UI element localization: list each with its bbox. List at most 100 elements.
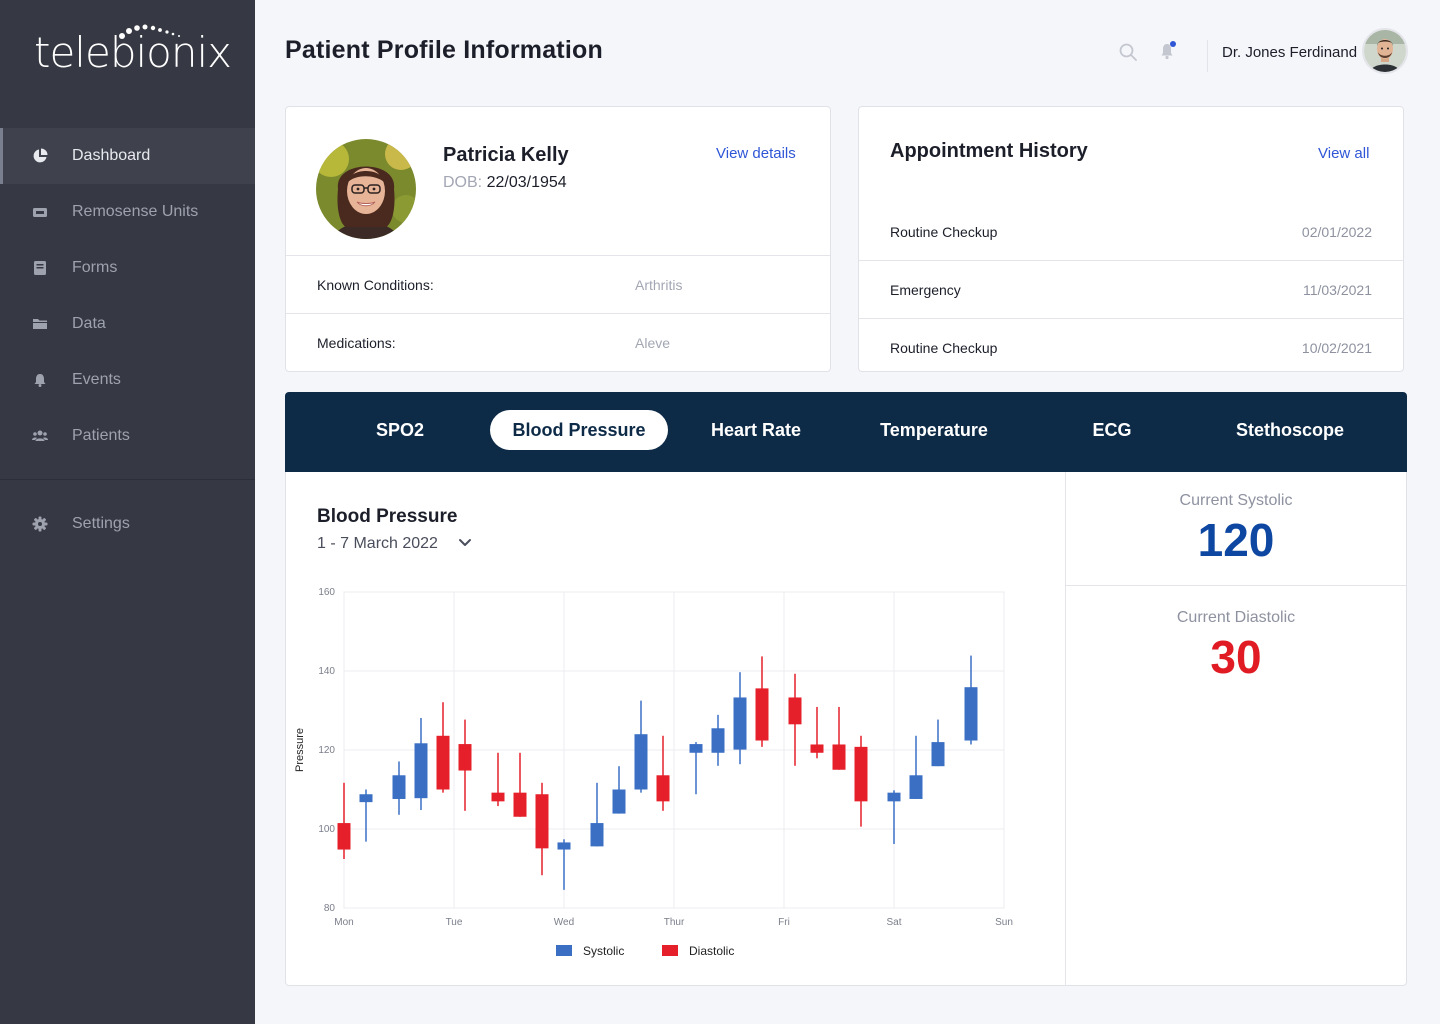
candle-body-diastolic	[513, 792, 527, 817]
legend-label-systolic: Systolic	[583, 944, 624, 958]
date-range-dropdown[interactable]: 1 - 7 March 2022	[317, 535, 472, 553]
known-conditions-value: Arthritis	[635, 276, 683, 293]
patient-photo	[316, 139, 416, 239]
page-title: Patient Profile Information	[285, 36, 603, 64]
candle-body-diastolic	[491, 792, 505, 802]
vitals-tab-bar: SPO2 Blood Pressure Heart Rate Temperatu…	[285, 392, 1407, 472]
appointment-row[interactable]: Emergency 11/03/2021	[859, 260, 1403, 318]
sidebar-item-label: Data	[72, 315, 106, 332]
candle-body-systolic	[733, 697, 747, 750]
view-details-link[interactable]: View details	[716, 145, 796, 162]
candle-body-diastolic	[458, 744, 472, 771]
candle-body-diastolic	[832, 744, 846, 770]
legend-label-diastolic: Diastolic	[689, 944, 734, 958]
tab-blood-pressure[interactable]: Blood Pressure	[490, 410, 668, 450]
users-icon	[32, 428, 48, 444]
pie-chart-icon	[32, 148, 48, 164]
bell-icon	[32, 372, 48, 388]
logo-dots-icon	[119, 24, 180, 39]
diastolic-label: Current Diastolic	[1176, 609, 1296, 626]
patient-profile-card: Patricia Kelly DOB: 22/03/1954 View deta…	[285, 106, 831, 372]
view-all-link[interactable]: View all	[1318, 145, 1369, 162]
chevron-down-icon	[458, 535, 472, 553]
chart-title: Blood Pressure	[317, 506, 458, 527]
known-conditions-row: Known Conditions: Arthritis	[286, 255, 830, 313]
sidebar-item-forms[interactable]: Forms	[0, 240, 255, 296]
y-tick-label: 160	[318, 587, 335, 598]
appointment-history-title: Appointment History	[890, 140, 1088, 162]
dob-label: DOB:	[443, 174, 483, 191]
metric-separator	[1066, 585, 1406, 586]
sidebar-item-label: Forms	[72, 259, 118, 276]
current-systolic: Current Systolic 120	[1066, 492, 1406, 566]
candle-body-diastolic	[337, 823, 351, 850]
candle-body-diastolic	[656, 775, 670, 802]
candle-body-diastolic	[436, 735, 450, 790]
candle-body-systolic	[414, 743, 428, 799]
date-range-value: 1 - 7 March 2022	[317, 535, 438, 552]
y-tick-label: 100	[318, 824, 335, 835]
tab-spo2[interactable]: SPO2	[311, 410, 489, 450]
appointment-row[interactable]: Routine Checkup 10/02/2021	[859, 318, 1403, 376]
appointment-date: 02/01/2022	[1301, 224, 1372, 240]
tab-ecg[interactable]: ECG	[1023, 410, 1201, 450]
tab-heart-rate[interactable]: Heart Rate	[667, 410, 845, 450]
candle-body-diastolic	[788, 697, 802, 725]
sidebar-item-events[interactable]: Events	[0, 352, 255, 408]
sidebar-item-remosense-units[interactable]: Remosense Units	[0, 184, 255, 240]
candle-body-systolic	[612, 789, 626, 814]
appointment-type: Routine Checkup	[890, 339, 998, 356]
sidebar-item-data[interactable]: Data	[0, 296, 255, 352]
x-tick-label: Wed	[554, 917, 574, 928]
sidebar-nav: Dashboard Remosense Units Forms Data Eve…	[0, 128, 255, 464]
blood-pressure-panel: Blood Pressure 1 - 7 March 2022 80 100 120…	[285, 472, 1407, 986]
y-tick-label: 140	[318, 666, 335, 677]
y-tick-label: 120	[318, 745, 335, 756]
dob-value: 22/03/1954	[486, 174, 567, 191]
appointment-type: Emergency	[890, 281, 961, 298]
x-tick-label: Fri	[778, 917, 790, 928]
notification-bell-icon[interactable]	[1158, 40, 1178, 62]
sidebar-item-label: Events	[72, 371, 121, 388]
appointment-date: 10/02/2021	[1301, 339, 1372, 356]
tab-stethoscope[interactable]: Stethoscope	[1201, 410, 1379, 450]
candle-body-systolic	[689, 744, 703, 753]
medications-label: Medications:	[317, 334, 396, 351]
medications-value: Aleve	[635, 334, 671, 351]
sidebar-divider	[0, 479, 255, 480]
appointment-date: 11/03/2021	[1302, 281, 1372, 298]
candle-body-diastolic	[535, 794, 549, 849]
sidebar-item-label: Dashboard	[72, 147, 151, 164]
sidebar-item-settings[interactable]: Settings	[0, 496, 255, 552]
sidebar-item-label: Remosense Units	[72, 203, 199, 220]
appointment-row[interactable]: Routine Checkup 02/01/2022	[859, 203, 1403, 261]
tab-temperature[interactable]: Temperature	[845, 410, 1023, 450]
legend-swatch-diastolic	[662, 945, 678, 956]
candle-body-diastolic	[755, 688, 769, 741]
user-name[interactable]: Dr. Jones Ferdinand	[1222, 44, 1357, 61]
candle-body-systolic	[557, 842, 571, 850]
candle-body-systolic	[964, 687, 978, 741]
search-icon[interactable]	[1118, 42, 1138, 62]
x-tick-label: Mon	[334, 917, 353, 928]
medications-row: Medications: Aleve	[286, 313, 830, 371]
sidebar-item-dashboard[interactable]: Dashboard	[0, 128, 255, 184]
x-tick-label: Tue	[446, 917, 463, 928]
known-conditions-label: Known Conditions:	[317, 276, 434, 293]
sidebar-item-patients[interactable]: Patients	[0, 408, 255, 464]
candle-body-systolic	[887, 792, 901, 802]
telebionix-logo[interactable]: telebionix	[34, 24, 232, 78]
folder-icon	[32, 316, 48, 332]
header-separator	[1207, 40, 1208, 72]
candle-body-systolic	[590, 823, 604, 847]
sidebar: telebionix Dashboard Remosense Units For…	[0, 0, 255, 1024]
diastolic-value: 30	[1210, 631, 1262, 683]
gear-icon	[32, 516, 48, 532]
candle-body-systolic	[634, 734, 648, 790]
patient-dob: DOB: 22/03/1954	[443, 174, 567, 192]
systolic-value: 120	[1197, 514, 1275, 566]
sidebar-item-label: Patients	[72, 427, 130, 444]
user-avatar[interactable]	[1362, 28, 1408, 74]
current-diastolic: Current Diastolic 30	[1066, 609, 1406, 683]
candle-body-diastolic	[854, 746, 868, 802]
